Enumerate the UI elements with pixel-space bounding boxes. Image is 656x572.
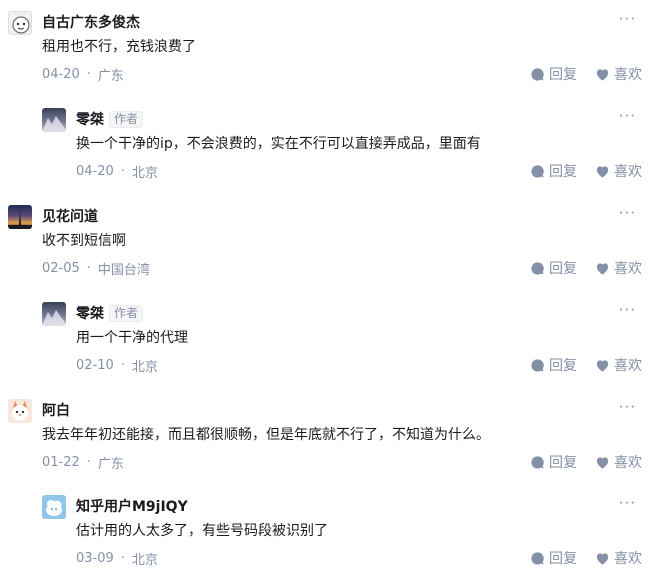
avatar[interactable] — [8, 205, 32, 229]
comment-text: 换一个干净的ip，不会浪费的，实在不行可以直接弄成品，里面有 — [76, 136, 481, 152]
comment-date: 02-05 — [42, 260, 80, 276]
more-options-icon[interactable]: ··· — [619, 109, 636, 124]
comment-location: 北京 — [131, 552, 158, 568]
comment-location: 北京 — [131, 165, 158, 181]
reply-button[interactable]: 回复 — [530, 452, 577, 472]
separator-dot: · — [86, 454, 91, 470]
separator-dot: · — [120, 163, 125, 179]
like-button[interactable]: 喜欢 — [595, 452, 642, 472]
like-button[interactable]: 喜欢 — [595, 355, 642, 375]
author-name[interactable]: 见花问道 — [42, 206, 98, 226]
separator-dot: · — [120, 550, 125, 566]
comment-location: 中国台湾 — [97, 262, 150, 278]
author-name[interactable]: 自古广东多俊杰 — [42, 12, 140, 32]
reply-icon — [531, 455, 544, 469]
author-name[interactable]: 知乎用户M9jIQY — [76, 496, 188, 516]
avatar[interactable] — [42, 495, 66, 519]
comment-text: 估计用的人太多了，有些号码段被识别了 — [76, 523, 328, 539]
avatar[interactable] — [8, 11, 32, 35]
comment-text: 用一个干净的代理 — [76, 330, 188, 346]
comment-text: 我去年年初还能接，而且都很顺畅，但是年底就不行了，不知道为什么。 — [42, 427, 490, 443]
reply-icon — [531, 358, 544, 372]
heart-icon — [596, 456, 609, 469]
author-badge: 作者 — [109, 110, 144, 128]
like-button[interactable]: 喜欢 — [595, 548, 642, 568]
reply-icon — [531, 164, 544, 178]
comment-date: 02-10 — [76, 357, 114, 373]
author-name[interactable]: 零桀 — [76, 109, 104, 129]
heart-icon — [596, 359, 609, 372]
reply-icon — [531, 261, 544, 275]
comment-location: 北京 — [131, 359, 158, 375]
comment-text: 收不到短信啊 — [42, 233, 126, 249]
comment-location: 广东 — [97, 456, 124, 472]
avatar[interactable] — [42, 108, 66, 132]
like-button[interactable]: 喜欢 — [595, 258, 642, 278]
more-options-icon[interactable]: ··· — [619, 400, 636, 415]
avatar[interactable] — [42, 302, 66, 326]
heart-icon — [596, 165, 609, 178]
author-name[interactable]: 阿白 — [42, 400, 70, 420]
heart-icon — [596, 552, 609, 565]
comment-text: 租用也不行，充钱浪费了 — [42, 39, 196, 55]
like-button[interactable]: 喜欢 — [595, 64, 642, 84]
more-options-icon[interactable]: ··· — [619, 206, 636, 221]
more-options-icon[interactable]: ··· — [619, 496, 636, 511]
more-options-icon[interactable]: ··· — [619, 303, 636, 318]
separator-dot: · — [86, 66, 91, 82]
separator-dot: · — [86, 260, 91, 276]
comment-date: 03-09 — [76, 550, 114, 566]
reply-button[interactable]: 回复 — [530, 548, 577, 568]
reply-icon — [531, 551, 544, 565]
comment-date: 04-20 — [76, 163, 114, 179]
comment-location: 广东 — [97, 68, 124, 84]
reply-button[interactable]: 回复 — [530, 64, 577, 84]
author-badge: 作者 — [109, 304, 144, 322]
avatar[interactable] — [8, 399, 32, 423]
like-button[interactable]: 喜欢 — [595, 161, 642, 181]
reply-button[interactable]: 回复 — [530, 161, 577, 181]
author-name[interactable]: 零桀 — [76, 303, 104, 323]
comment-date: 04-20 — [42, 66, 80, 82]
separator-dot: · — [120, 357, 125, 373]
reply-icon — [531, 67, 544, 81]
comment-date: 01-22 — [42, 454, 80, 470]
reply-button[interactable]: 回复 — [530, 258, 577, 278]
heart-icon — [596, 262, 609, 275]
reply-button[interactable]: 回复 — [530, 355, 577, 375]
heart-icon — [596, 68, 609, 81]
more-options-icon[interactable]: ··· — [619, 12, 636, 27]
